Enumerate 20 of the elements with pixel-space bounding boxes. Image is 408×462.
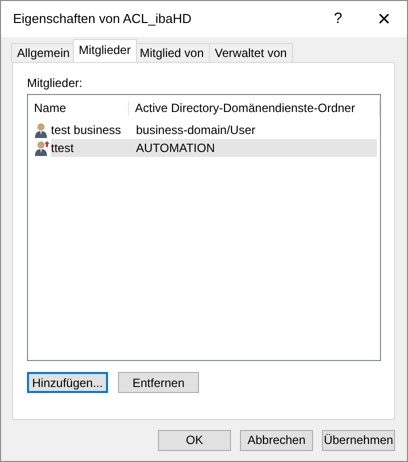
cancel-button[interactable]: Abbrechen [240,430,313,451]
user-icon [34,122,50,139]
member-folder[interactable]: business-domain/User [130,121,377,140]
tab[interactable]: Allgemein [11,43,76,62]
ok-button[interactable]: OK [158,430,231,451]
apply-button[interactable]: Übernehmen [322,430,395,451]
window-title: Eigenschaften von ACL_ibaHD [13,11,193,27]
column-header[interactable]: Active Directory-Domänendienste-Ordner [129,101,380,116]
tab[interactable]: Mitglieder [72,39,137,62]
column-header[interactable]: Name [28,101,129,116]
help-button[interactable]: ? [315,3,361,35]
member-name[interactable]: ttest [51,139,130,158]
tab[interactable]: Verwaltet von [208,43,293,62]
user-icon [34,140,50,157]
members-label: Mitglieder: [27,76,84,90]
add-button[interactable]: Hinzufügen... [27,372,108,394]
remove-button[interactable]: Entfernen [118,372,199,394]
member-folder[interactable]: AUTOMATION [130,139,377,158]
member-name[interactable]: test business [51,121,130,140]
close-button[interactable]: × [361,3,407,35]
